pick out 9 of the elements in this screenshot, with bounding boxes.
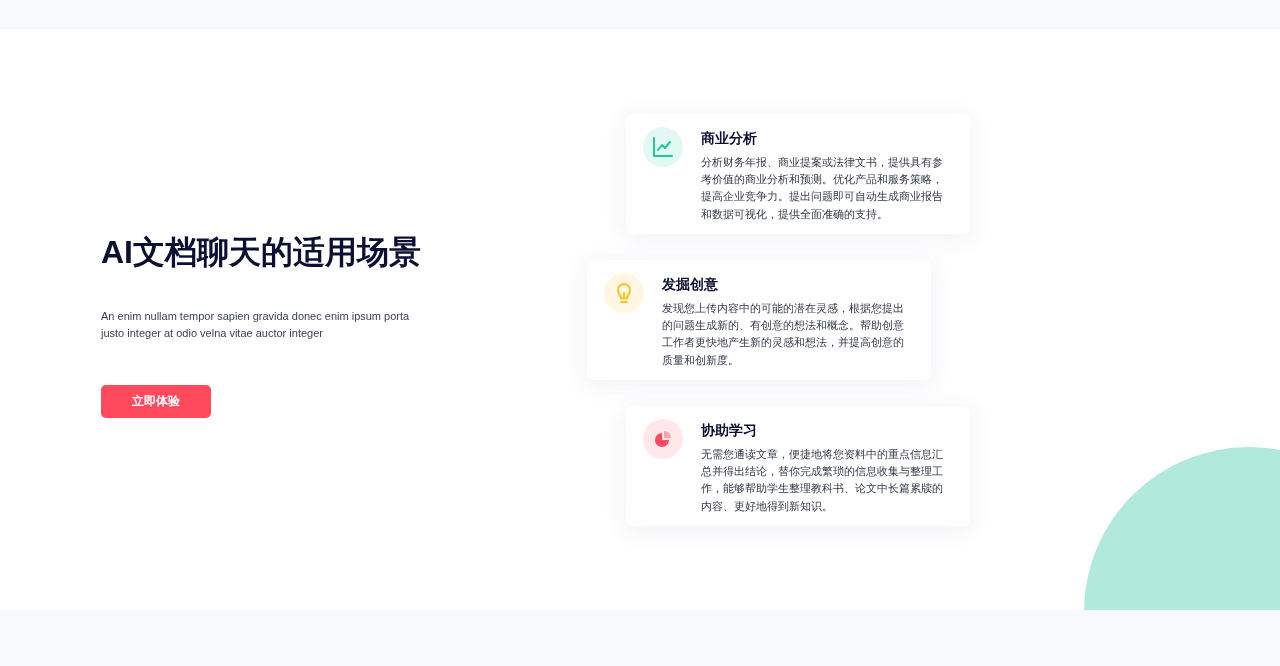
try-now-button[interactable]: 立即体验 [101, 384, 211, 418]
card-title: 协助学习 [701, 421, 758, 440]
section-title: AI文档聊天的适用场景 [101, 233, 421, 272]
section-description: An enim nullam tempor sapien gravida donec enim ipsum porta justo integer at odio velna vitae auctor integer [101, 308, 411, 341]
card-description: 无需您通读文章，便捷地将您资料中的重点信息汇总并得出结论，替你完成繁琐的信息收集与整理工作，能够帮助学生整理教科书、论文中长篇累牍的内容、更好地得到新知识。 [701, 446, 944, 514]
card-description: 分析财务年报、商业提案或法律文书，提供具有参考价值的商业分析和预测。优化产品和服务策略，提高企业竞争力。提出问题即可自动生成商业报告和数据可视化，提供全面准确的支持。 [701, 154, 944, 222]
card-title: 商业分析 [701, 129, 758, 148]
card-description: 发现您上传内容中的可能的潜在灵感，根据您提出的问题生成新的、有创意的想法和概念。帮助创意工作者更快地产生新的灵感和想法，并提高创意的质量和创新度。 [662, 300, 905, 368]
card-title: 发掘创意 [662, 275, 719, 294]
